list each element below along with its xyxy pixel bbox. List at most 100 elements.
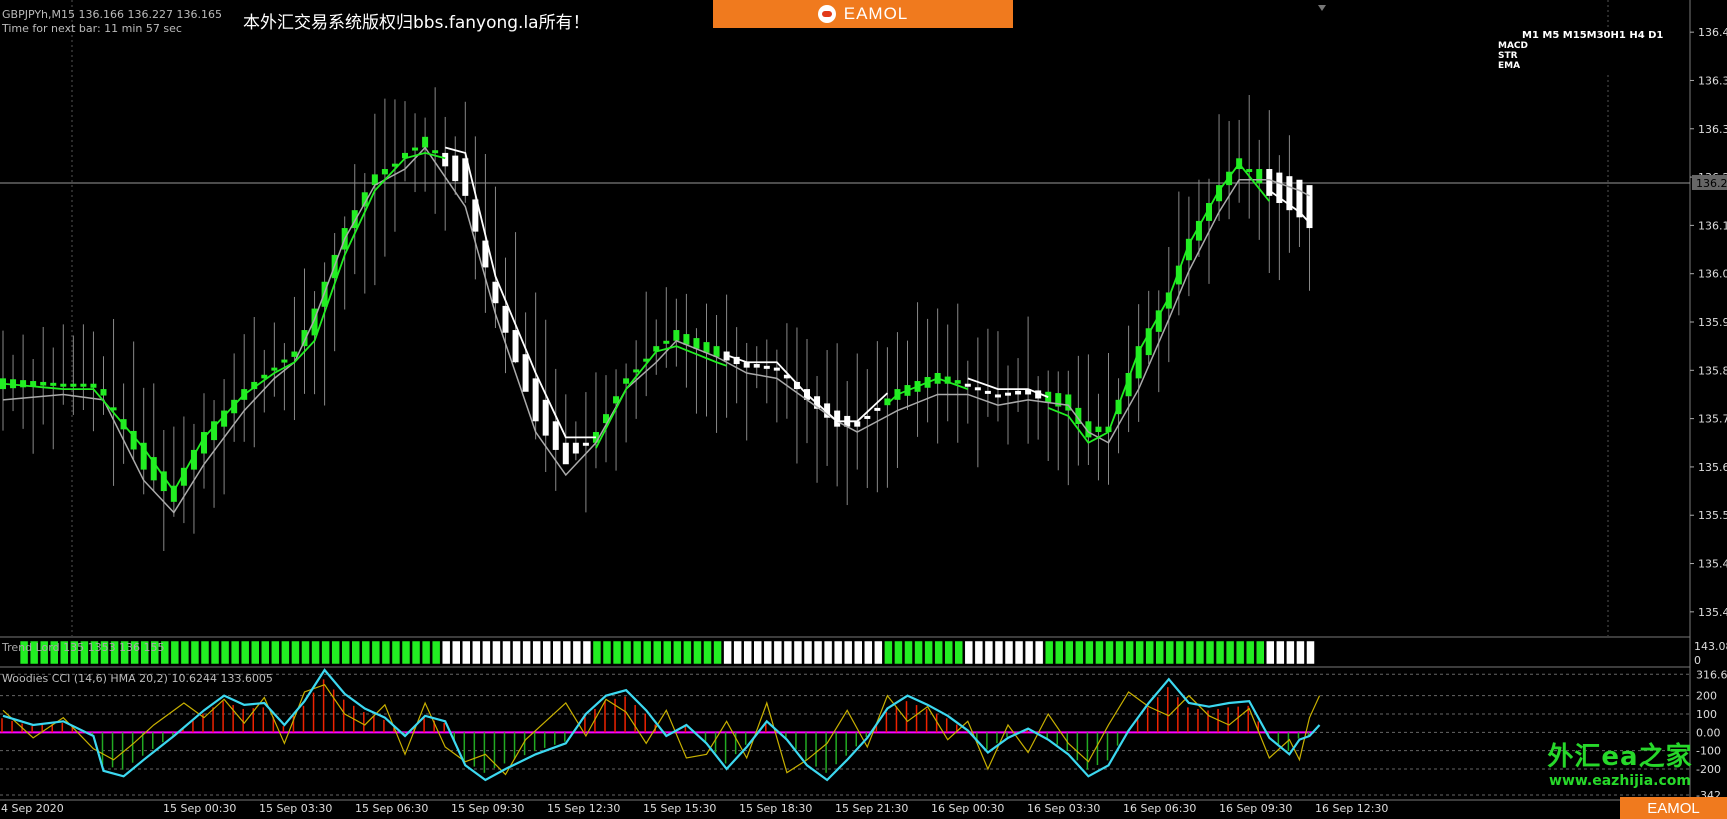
trend-bar bbox=[944, 640, 953, 665]
candle-body bbox=[60, 383, 67, 387]
trend-bar bbox=[351, 640, 360, 665]
candle-body bbox=[1095, 426, 1102, 433]
candle-body bbox=[432, 150, 439, 154]
trend-bar bbox=[421, 640, 431, 665]
trend-axis-top-label: 143.0848 bbox=[1694, 640, 1727, 653]
trend-bar bbox=[1175, 640, 1185, 665]
candle-body bbox=[994, 394, 1001, 398]
candle-body bbox=[974, 387, 981, 391]
trend-bar bbox=[914, 640, 923, 665]
trend-bar bbox=[1165, 640, 1175, 665]
trend-bar bbox=[331, 640, 340, 665]
trend-bar bbox=[1306, 640, 1315, 665]
shift-marker-icon bbox=[1318, 5, 1326, 11]
trend-bar bbox=[411, 640, 421, 665]
trend-bar bbox=[803, 640, 813, 665]
candle-body bbox=[763, 365, 770, 369]
watermark-title: 外汇ea之家 bbox=[1547, 742, 1693, 772]
trend-bar bbox=[854, 640, 863, 665]
price-tick-label: 136.395 bbox=[1698, 74, 1727, 87]
trend-bar bbox=[582, 640, 592, 665]
chart-canvas: 136.485136.395136.305136.215136.125136.0… bbox=[0, 0, 1727, 815]
trend-bar bbox=[512, 640, 521, 665]
trend-bar bbox=[753, 640, 762, 665]
candle-body bbox=[80, 383, 87, 387]
trend-bar bbox=[733, 640, 742, 665]
trend-bar bbox=[612, 640, 622, 665]
trend-bar bbox=[894, 640, 903, 665]
trend-bar bbox=[371, 640, 381, 665]
trend-bar bbox=[954, 640, 963, 665]
trend-bar bbox=[1256, 640, 1265, 665]
trend-bar bbox=[1034, 640, 1044, 665]
trend-bar bbox=[492, 640, 501, 665]
trend-bar bbox=[1296, 640, 1305, 665]
trend-bar bbox=[190, 640, 200, 665]
trend-bar bbox=[291, 640, 300, 665]
candle-body bbox=[562, 442, 569, 465]
price-tick-label: 135.945 bbox=[1698, 316, 1727, 329]
candle-body bbox=[452, 155, 459, 182]
candle-body bbox=[663, 340, 670, 344]
trend-bar bbox=[1044, 640, 1054, 665]
brand-banner-top[interactable]: EAMOL bbox=[713, 0, 1013, 28]
trend-bar bbox=[823, 640, 833, 665]
trend-bar bbox=[773, 640, 783, 665]
trend-bar bbox=[210, 640, 220, 665]
trend-bar bbox=[1245, 640, 1255, 665]
trend-bar bbox=[230, 640, 240, 665]
candle-body bbox=[442, 152, 449, 167]
trend-bar bbox=[391, 640, 401, 665]
hma-fast-line bbox=[153, 151, 446, 493]
candle-body bbox=[572, 442, 579, 454]
trend-bar bbox=[783, 640, 793, 665]
trend-bar bbox=[602, 640, 612, 665]
cci-tick-label: 316.6005 bbox=[1696, 668, 1727, 681]
trend-bar bbox=[1125, 640, 1134, 665]
time-tick-label: 15 Sep 06:30 bbox=[355, 802, 428, 815]
trend-bar bbox=[974, 640, 984, 665]
candle-body bbox=[1256, 169, 1263, 184]
candle-body bbox=[40, 381, 47, 386]
watermark-url: www.eazhijia.com bbox=[1549, 773, 1691, 789]
timeframe-header: M1 M5 M15M30H1 H4 D1 bbox=[1522, 30, 1664, 41]
brand-banner-bottom[interactable]: EAMOL bbox=[1620, 797, 1727, 819]
trend-bar bbox=[522, 640, 531, 665]
price-tick-label: 136.305 bbox=[1698, 123, 1727, 136]
trend-bar bbox=[482, 640, 491, 665]
candle-body bbox=[582, 442, 589, 446]
trend-bar bbox=[1205, 640, 1215, 665]
trend-bar bbox=[572, 640, 582, 665]
candle-body bbox=[874, 407, 881, 411]
cci-indicator-label: Woodies CCI (14,6) HMA 20,2) 10.6244 133… bbox=[2, 672, 273, 685]
symbol-info: GBPJPYh,M15 136.166 136.227 136.165 bbox=[2, 8, 222, 21]
trend-bar bbox=[361, 640, 371, 665]
trend-bar bbox=[562, 640, 572, 665]
trend-bar bbox=[1215, 640, 1225, 665]
trend-bar bbox=[693, 640, 702, 665]
candle-body bbox=[90, 383, 97, 388]
trend-bar bbox=[1185, 640, 1195, 665]
trend-bar bbox=[964, 640, 974, 665]
trend-bar bbox=[1195, 640, 1205, 665]
candle-body bbox=[954, 380, 961, 384]
trend-bar bbox=[180, 640, 190, 665]
trend-bar bbox=[874, 640, 883, 665]
candle-body bbox=[512, 330, 519, 363]
trend-bar bbox=[341, 640, 350, 665]
time-tick-label: 15 Sep 18:30 bbox=[739, 802, 812, 815]
trend-bar bbox=[763, 640, 773, 665]
price-tick-label: 135.495 bbox=[1698, 558, 1727, 571]
cci-tick-label: 100 bbox=[1696, 708, 1717, 721]
trend-bar bbox=[1155, 640, 1164, 665]
price-tick-label: 135.855 bbox=[1698, 364, 1727, 377]
cci-tick-label: 200 bbox=[1696, 690, 1717, 703]
trend-bar bbox=[532, 640, 541, 665]
trend-bar bbox=[884, 640, 893, 665]
time-tick-label: 14 Sep 2020 bbox=[0, 802, 64, 815]
trend-bar bbox=[261, 640, 270, 665]
trend-bar bbox=[743, 640, 752, 665]
trend-bar bbox=[301, 640, 310, 665]
trend-bar bbox=[1055, 640, 1064, 665]
candle-body bbox=[271, 367, 278, 371]
